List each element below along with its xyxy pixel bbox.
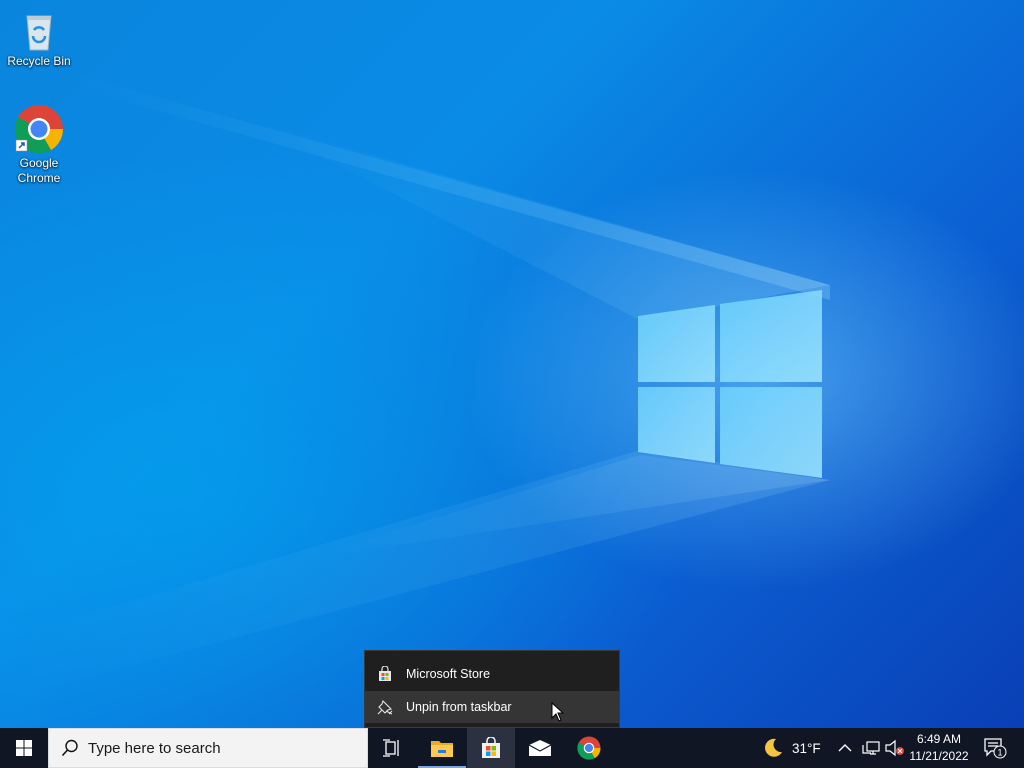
windows-start-icon — [16, 740, 32, 756]
chrome-taskbar-button[interactable] — [565, 728, 613, 768]
clock-time: 6:49 AM — [916, 732, 962, 746]
desktop-icon-recycle-bin[interactable]: Recycle Bin — [1, 8, 77, 69]
taskbar: Type here to search 31°F 6:49 AM 11/21/2… — [0, 728, 1024, 768]
volume-button[interactable] — [885, 728, 905, 768]
chrome-icon — [577, 736, 601, 760]
mail-icon — [528, 740, 552, 756]
action-center-button[interactable]: 1 — [983, 728, 1007, 768]
windows-logo-wallpaper — [638, 290, 822, 478]
menu-item-label: Microsoft Store — [406, 667, 491, 681]
mouse-cursor-icon — [551, 702, 565, 722]
start-button[interactable] — [0, 728, 48, 768]
task-view-button[interactable] — [368, 728, 416, 768]
desktop-icon-google-chrome[interactable]: Google Chrome — [1, 104, 77, 186]
volume-muted-icon — [885, 739, 904, 757]
desktop[interactable]: Recycle Bin Google Chrome — [0, 0, 1024, 728]
file-explorer-button[interactable] — [418, 728, 466, 768]
recycle-bin-icon — [26, 15, 52, 51]
desktop-icon-label: Google Chrome — [17, 156, 61, 185]
moon-icon — [765, 738, 782, 757]
show-hidden-icons-button[interactable] — [838, 728, 852, 768]
network-icon — [862, 741, 880, 755]
weather-temperature: 31°F — [792, 740, 821, 756]
taskbar-context-menu: Microsoft Store Unpin from taskbar — [364, 650, 620, 728]
desktop-icon-label: Recycle Bin — [7, 54, 71, 68]
unpin-icon — [377, 699, 393, 715]
search-placeholder: Type here to search — [88, 739, 221, 757]
chrome-icon — [14, 105, 64, 154]
clock-date: 11/21/2022 — [909, 749, 969, 763]
chevron-up-icon — [838, 744, 852, 752]
file-explorer-icon — [431, 741, 453, 757]
task-view-icon — [383, 739, 399, 757]
microsoft-store-icon — [482, 737, 500, 758]
search-icon — [61, 739, 78, 757]
menu-item-label: Unpin from taskbar — [406, 700, 512, 714]
weather-widget[interactable]: 31°F — [762, 728, 821, 768]
notification-count: 1 — [997, 748, 1002, 758]
wallpaper-light-beams — [0, 70, 830, 700]
network-button[interactable] — [862, 728, 880, 768]
taskbar-clock[interactable]: 6:49 AM 11/21/2022 — [905, 731, 973, 765]
mail-button[interactable] — [516, 728, 564, 768]
menu-item-unpin-from-taskbar[interactable]: Unpin from taskbar — [365, 691, 619, 723]
store-icon — [377, 666, 393, 682]
taskbar-search-box[interactable]: Type here to search — [48, 728, 368, 768]
menu-item-microsoft-store[interactable]: Microsoft Store — [365, 658, 619, 690]
microsoft-store-button[interactable] — [467, 728, 515, 768]
notification-icon: 1 — [984, 738, 1007, 759]
